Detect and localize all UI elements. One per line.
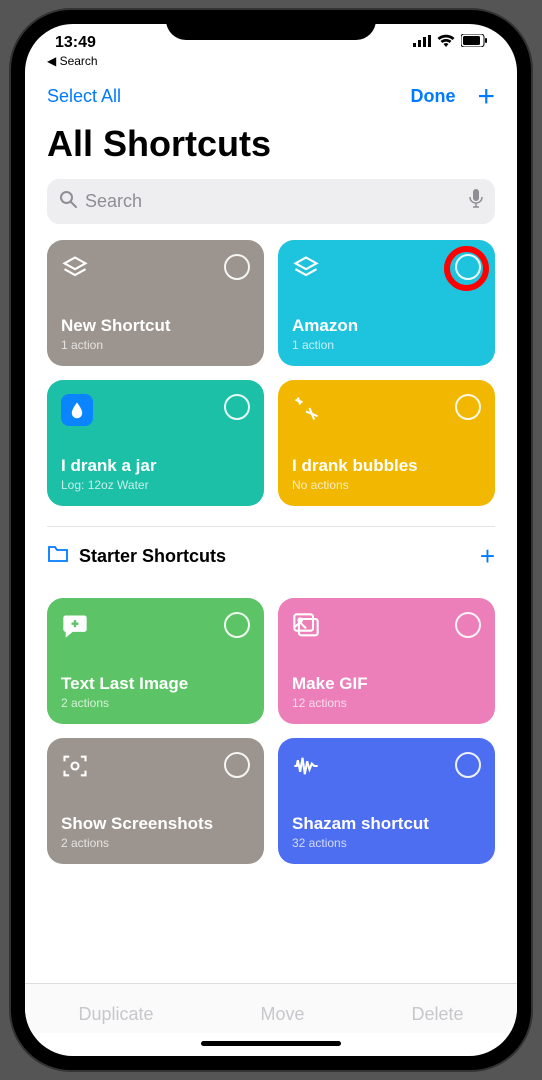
shortcut-card-new-shortcut[interactable]: New Shortcut 1 action: [47, 240, 264, 366]
wifi-icon: [437, 34, 455, 52]
layers-icon: [61, 254, 89, 287]
select-circle[interactable]: [455, 752, 481, 778]
card-title: I drank bubbles: [292, 456, 481, 476]
card-title: Shazam shortcut: [292, 814, 481, 834]
add-shortcut-button[interactable]: +: [477, 88, 495, 106]
select-circle[interactable]: [455, 254, 481, 280]
bottom-toolbar: Duplicate Move Delete: [25, 983, 517, 1033]
card-subtitle: 12 actions: [292, 696, 481, 710]
card-title: Text Last Image: [61, 674, 250, 694]
status-time: 13:49: [55, 34, 96, 52]
card-title: Make GIF: [292, 674, 481, 694]
shortcut-card-drank-bubbles[interactable]: I drank bubbles No actions: [278, 380, 495, 506]
screenshot-icon: [61, 752, 89, 785]
back-chevron-icon: ◀: [47, 54, 56, 68]
starter-grid: Text Last Image 2 actions Make GIF 12 ac…: [47, 598, 495, 864]
home-indicator[interactable]: [201, 1041, 341, 1046]
layers-icon: [292, 254, 320, 287]
select-circle[interactable]: [224, 394, 250, 420]
battery-icon: [461, 34, 487, 52]
starter-section-header[interactable]: Starter Shortcuts +: [47, 526, 495, 586]
card-title: Amazon: [292, 316, 481, 336]
card-subtitle: 2 actions: [61, 696, 250, 710]
section-title: Starter Shortcuts: [79, 546, 480, 567]
sparkle-icon: [292, 394, 320, 427]
search-placeholder: Search: [85, 191, 142, 212]
message-plus-icon: [61, 612, 89, 645]
search-icon: [59, 190, 77, 213]
page-title: All Shortcuts: [25, 117, 517, 179]
images-icon: [292, 612, 320, 645]
back-to-search[interactable]: ◀ Search: [25, 52, 517, 68]
search-input[interactable]: Search: [47, 179, 495, 224]
shortcut-card-amazon[interactable]: Amazon 1 action: [278, 240, 495, 366]
shortcut-card-show-screenshots[interactable]: Show Screenshots 2 actions: [47, 738, 264, 864]
select-circle[interactable]: [224, 254, 250, 280]
shortcut-card-drank-jar[interactable]: I drank a jar Log: 12oz Water: [47, 380, 264, 506]
notch: [166, 10, 376, 40]
card-title: I drank a jar: [61, 456, 250, 476]
folder-icon: [47, 545, 69, 568]
card-subtitle: 2 actions: [61, 836, 250, 850]
select-circle[interactable]: [224, 612, 250, 638]
shortcuts-grid: New Shortcut 1 action Amazon 1 actio: [47, 240, 495, 506]
card-subtitle: 1 action: [61, 338, 250, 352]
nav-bar: Select All Done +: [25, 68, 517, 117]
content-area: New Shortcut 1 action Amazon 1 actio: [25, 240, 517, 983]
select-circle[interactable]: [455, 612, 481, 638]
back-label: Search: [60, 54, 98, 68]
card-title: Show Screenshots: [61, 814, 250, 834]
cellular-icon: [413, 34, 431, 52]
card-title: New Shortcut: [61, 316, 250, 336]
duplicate-button[interactable]: Duplicate: [78, 1004, 153, 1025]
add-to-folder-button[interactable]: +: [480, 541, 495, 572]
status-indicators: [413, 34, 487, 52]
move-button[interactable]: Move: [261, 1004, 305, 1025]
select-circle[interactable]: [455, 394, 481, 420]
card-subtitle: 32 actions: [292, 836, 481, 850]
phone-frame: 13:49 ◀ Search Select All Done +: [11, 10, 531, 1070]
mic-icon[interactable]: [469, 189, 483, 214]
waveform-icon: [292, 752, 320, 785]
delete-button[interactable]: Delete: [411, 1004, 463, 1025]
screen: 13:49 ◀ Search Select All Done +: [25, 24, 517, 1056]
select-all-button[interactable]: Select All: [47, 86, 121, 107]
card-subtitle: 1 action: [292, 338, 481, 352]
shortcut-card-text-last-image[interactable]: Text Last Image 2 actions: [47, 598, 264, 724]
card-subtitle: No actions: [292, 478, 481, 492]
shortcut-card-shazam[interactable]: Shazam shortcut 32 actions: [278, 738, 495, 864]
done-button[interactable]: Done: [410, 86, 455, 107]
select-circle[interactable]: [224, 752, 250, 778]
shortcut-card-make-gif[interactable]: Make GIF 12 actions: [278, 598, 495, 724]
water-drop-icon: [61, 394, 93, 426]
card-subtitle: Log: 12oz Water: [61, 478, 250, 492]
